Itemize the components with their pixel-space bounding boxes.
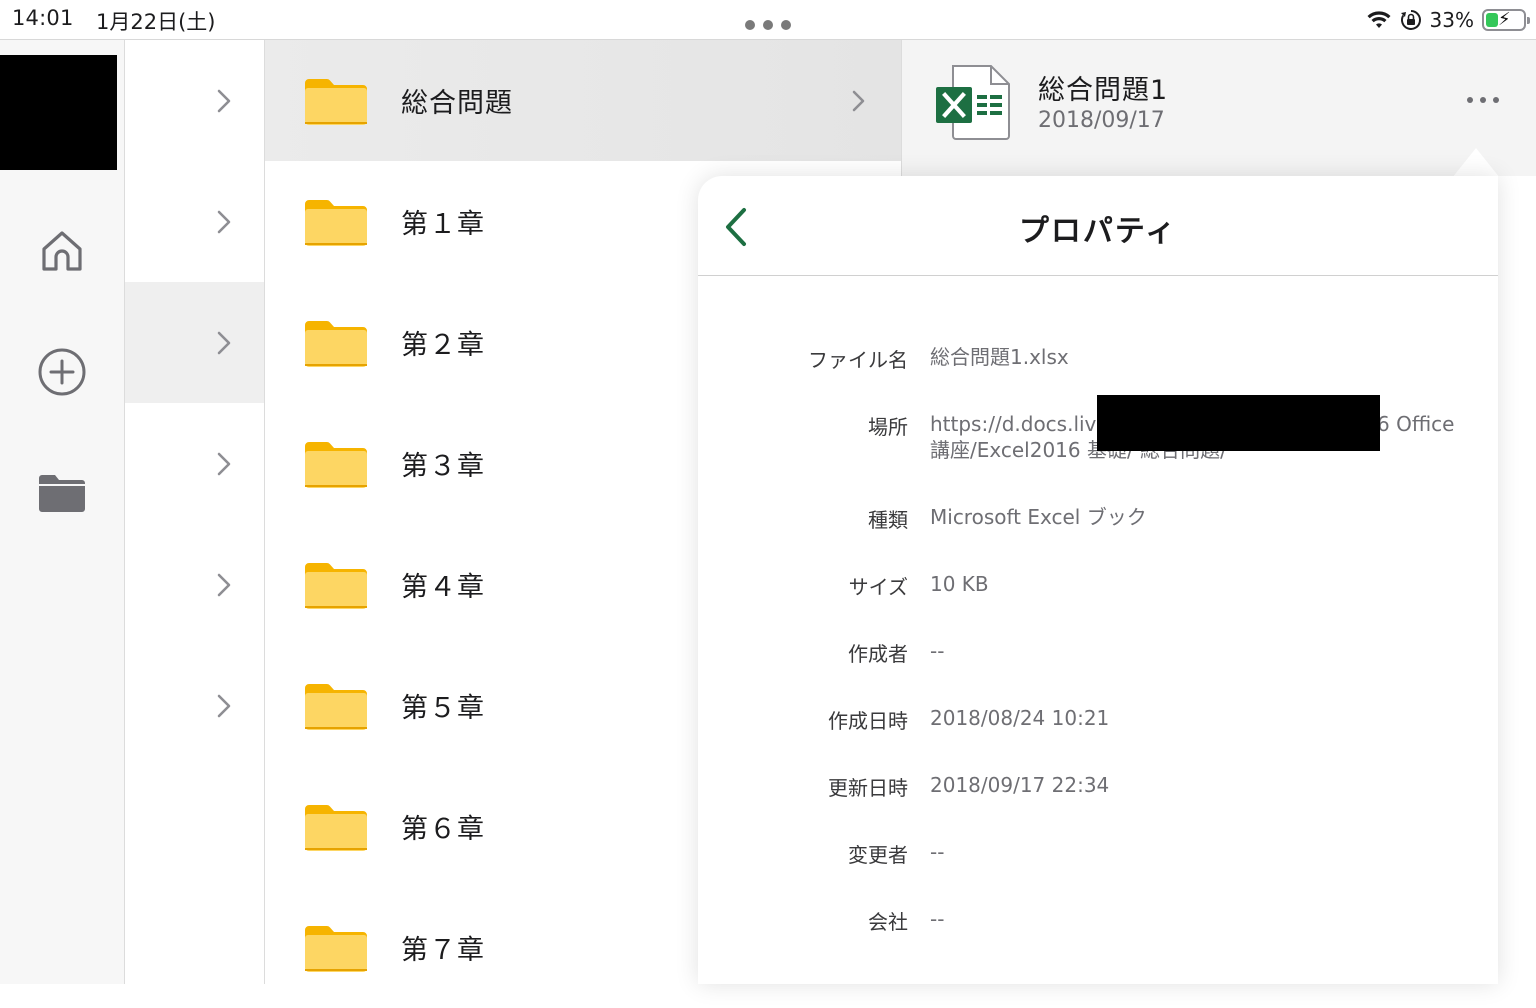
back-chevron-icon[interactable] [722,206,752,248]
property-value-part: https://d.docs.liv [930,412,1097,436]
status-indicators: 33% ⚡ [1366,6,1530,34]
property-value[interactable]: Microsoft Excel ブック [930,504,1470,530]
property-label: 変更者 [848,843,908,867]
property-value[interactable]: 2018/08/24 10:21 [930,705,1470,731]
chevron-right-icon [217,694,231,718]
charging-bolt-icon: ⚡ [1498,9,1511,30]
property-value-tail: 6 Office [1377,412,1455,436]
folder-name: 第４章 [401,572,485,603]
account-avatar[interactable] [0,55,117,170]
add-icon[interactable] [36,346,88,398]
folder-icon[interactable] [36,467,88,519]
folder-icon [305,926,367,972]
folder-icon [305,321,367,367]
folder-name: 第３章 [401,451,485,482]
parent-folder-column [125,40,265,984]
parent-row[interactable] [125,403,264,524]
property-label: 会社 [868,910,908,934]
navigation-rail [0,40,125,984]
chevron-right-icon [852,90,865,112]
chevron-right-icon [217,210,231,234]
battery-fill [1486,13,1498,27]
parent-row[interactable] [125,40,264,161]
folder-icon [305,442,367,488]
status-bar: 14:01 1月22日(土) 33% ⚡ [0,0,1536,40]
orientation-lock-icon [1400,10,1421,30]
popover-title: プロパティ [1018,214,1178,249]
battery-charging-icon: ⚡ [1482,9,1530,31]
file-header: 総合問題1 2018/09/17 [901,40,1536,176]
folder-row[interactable]: 総合問題 [265,40,901,161]
chevron-right-icon [217,331,231,355]
folder-icon [305,563,367,609]
battery-percent: 33% [1429,8,1474,32]
popover-header: プロパティ [698,176,1498,276]
status-time: 14:01 [12,6,74,30]
multitasking-handle[interactable] [745,20,791,30]
property-value[interactable]: 総合問題1.xlsx [930,344,1470,370]
redaction-block [1097,395,1380,451]
property-value[interactable]: -- [930,839,1470,865]
chevron-right-icon [217,89,231,113]
status-date: 1月22日(土) [96,10,216,34]
property-label: 更新日時 [828,776,908,800]
folder-icon [305,79,367,125]
popover-arrow [1452,148,1500,178]
parent-row[interactable] [125,524,264,645]
property-label: ファイル名 [808,348,908,372]
property-label: 作成日時 [828,709,908,733]
parent-row-selected[interactable] [125,282,264,403]
property-value[interactable]: 10 KB [930,571,1470,597]
folder-name: 第５章 [401,693,485,724]
folder-name: 第１章 [401,209,485,240]
file-title: 総合問題1 [1038,75,1169,106]
property-value[interactable]: 2018/09/17 22:34 [930,772,1470,798]
folder-icon [305,805,367,851]
property-value[interactable]: -- [930,906,1470,932]
folder-name: 第６章 [401,814,485,845]
chevron-right-icon [217,573,231,597]
folder-name: 総合問題 [401,88,513,119]
more-options-icon[interactable] [1467,97,1499,105]
property-label: 作成者 [848,642,908,666]
properties-popover: プロパティ ファイル名 総合問題1.xlsx 場所 https://d.docs.li… [698,176,1498,984]
folder-name: 第７章 [401,935,485,966]
parent-row[interactable] [125,161,264,282]
property-label: 場所 [868,415,908,439]
property-label: 種類 [868,508,908,532]
property-value[interactable]: -- [930,638,1470,664]
chevron-right-icon [217,452,231,476]
folder-icon [305,200,367,246]
file-date: 2018/09/17 [1038,108,1165,133]
excel-icon [936,65,1010,140]
wifi-icon [1367,11,1391,28]
property-label: サイズ [848,575,908,599]
parent-row[interactable] [125,645,264,766]
home-icon[interactable] [36,225,88,277]
folder-icon [305,684,367,730]
folder-name: 第２章 [401,330,485,361]
